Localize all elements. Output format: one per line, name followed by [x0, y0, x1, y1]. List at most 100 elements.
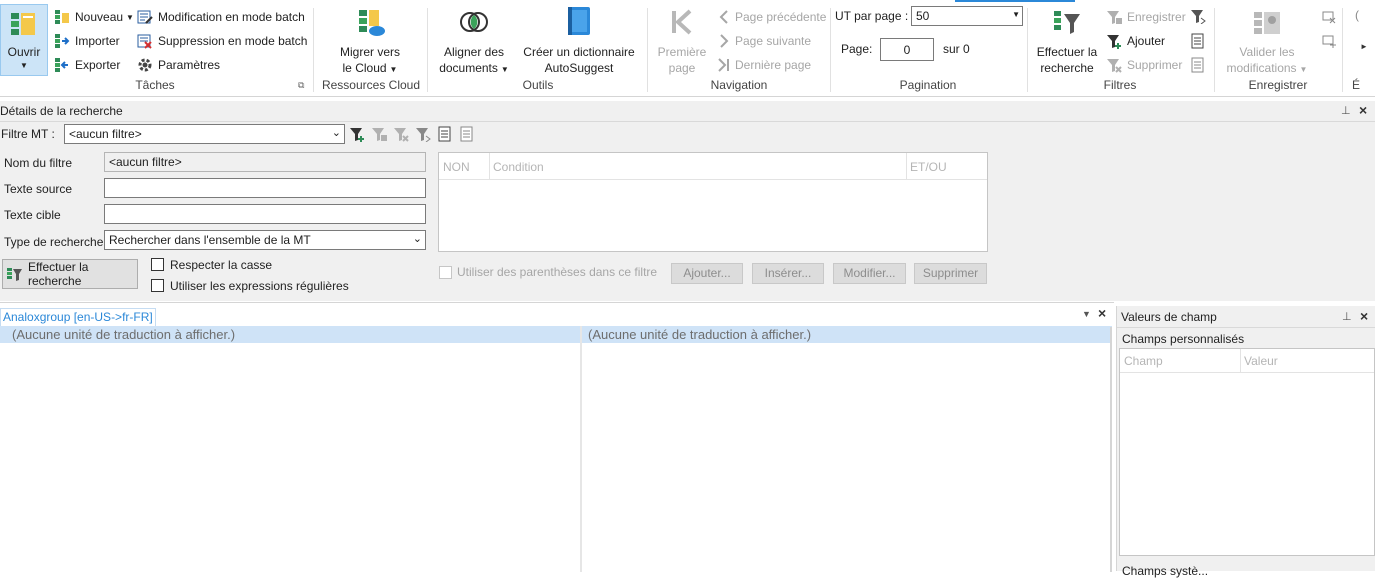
- window-add-icon[interactable]: [1322, 34, 1336, 48]
- source-text-field[interactable]: [104, 178, 426, 198]
- first-page-label-line1: Première: [657, 45, 707, 59]
- custom-fields-label: Champs personnalisés: [1122, 332, 1245, 346]
- separator: [313, 8, 314, 92]
- batch-edit-icon: [137, 9, 153, 25]
- close-icon[interactable]: ×: [1360, 308, 1368, 324]
- search-filter-icon: [1052, 8, 1082, 38]
- parentheses-label: Utiliser des parenthèses dans ce filtre: [457, 265, 658, 279]
- condition-add-button[interactable]: Ajouter...: [671, 263, 743, 284]
- column-splitter[interactable]: [580, 326, 582, 572]
- divider: [906, 153, 907, 180]
- validate-label-line2: modifications ▼: [1226, 61, 1308, 75]
- per-page-value: 50: [916, 9, 930, 23]
- condition-insert-button[interactable]: Insérer...: [752, 263, 824, 284]
- batch-delete-label: Suppression en mode batch: [158, 34, 308, 48]
- migrate-cloud-button[interactable]: Migrer vers le Cloud ▼: [320, 44, 420, 78]
- group-label-taches: Tâches: [135, 78, 175, 92]
- dialog-launcher-icon[interactable]: ⧉: [298, 80, 304, 91]
- custom-fields-grid[interactable]: Champ Valeur: [1119, 348, 1375, 556]
- search-type-select[interactable]: Rechercher dans l'ensemble de la MT ⌄: [104, 230, 426, 250]
- separator: [830, 8, 831, 92]
- col-header-not: NON: [443, 160, 470, 174]
- new-button[interactable]: Nouveau ▼: [54, 7, 134, 27]
- close-icon[interactable]: ×: [1359, 102, 1367, 118]
- divider: [0, 121, 1375, 122]
- filter-save-icon: [1106, 9, 1122, 25]
- group-label-pagination: Pagination: [899, 78, 957, 92]
- parentheses-checkbox[interactable]: [439, 266, 452, 279]
- filter-doc-alt-icon[interactable]: [1190, 57, 1206, 73]
- add-filter-button[interactable]: Ajouter: [1106, 31, 1165, 51]
- filter-delete-icon: [1106, 57, 1122, 73]
- export-label: Exporter: [75, 58, 121, 72]
- run-search-ribbon-button[interactable]: Effectuer la recherche: [1030, 44, 1104, 76]
- export-button[interactable]: Exporter: [54, 55, 120, 75]
- align-documents-button[interactable]: Aligner des documents ▼: [432, 44, 516, 78]
- filter-add-icon[interactable]: [349, 126, 365, 142]
- ribbon-scroll-right-icon[interactable]: ►: [1360, 42, 1368, 51]
- save-filter-button[interactable]: Enregistrer: [1106, 7, 1186, 27]
- import-button[interactable]: Importer: [54, 31, 120, 51]
- last-page-button[interactable]: Dernière page: [716, 55, 811, 75]
- run-search-button[interactable]: Effectuer la recherche: [2, 259, 138, 289]
- col-header-field: Champ: [1124, 354, 1163, 368]
- delete-filter-button[interactable]: Supprimer: [1106, 55, 1182, 75]
- filter-save-icon[interactable]: [371, 126, 387, 142]
- match-case-checkbox[interactable]: [151, 258, 164, 271]
- chevron-left-icon: [716, 9, 730, 25]
- window-delete-icon[interactable]: [1322, 10, 1336, 24]
- dictionary-label-line1: Créer un dictionnaire: [523, 45, 635, 59]
- filter-delete-icon[interactable]: [393, 126, 409, 142]
- search-filter-icon: [7, 266, 23, 282]
- filter-name-label: Nom du filtre: [4, 156, 73, 170]
- close-icon[interactable]: ×: [1098, 305, 1106, 321]
- new-label: Nouveau: [75, 10, 124, 24]
- filter-doc-icon[interactable]: [1190, 33, 1206, 49]
- filter-export-icon[interactable]: [1190, 8, 1206, 25]
- ribbon-accent-bar: [955, 0, 1075, 2]
- group-label-overflow: É: [1351, 78, 1360, 92]
- filter-name-field[interactable]: <aucun filtre>: [104, 152, 426, 172]
- tab-list-dropdown-icon[interactable]: ▼: [1082, 309, 1091, 319]
- conditions-grid[interactable]: NON Condition ET/OU: [438, 152, 988, 252]
- mt-filter-value: <aucun filtre>: [69, 127, 142, 141]
- target-text-field[interactable]: [104, 204, 426, 224]
- overflow-group-paren: (: [1355, 8, 1359, 22]
- filter-import-icon[interactable]: [437, 126, 453, 142]
- col-header-condition: Condition: [493, 160, 544, 174]
- editor-area: Analoxgroup [en-US->fr-FR] ▼ × (Aucune u…: [0, 302, 1114, 572]
- filter-copy-icon[interactable]: [459, 126, 475, 142]
- regex-checkbox[interactable]: [151, 279, 164, 292]
- settings-button[interactable]: Paramètres: [137, 55, 220, 75]
- last-page-label: Dernière page: [735, 58, 812, 72]
- mt-filter-select[interactable]: <aucun filtre> ⌄: [64, 124, 345, 144]
- next-page-button[interactable]: Page suivante: [716, 31, 811, 51]
- per-page-select[interactable]: 50 ▼: [911, 6, 1023, 26]
- separator: [427, 8, 428, 92]
- condition-modify-button[interactable]: Modifier...: [833, 263, 906, 284]
- chevron-down-icon: ⌄: [412, 233, 422, 245]
- panel-splitter[interactable]: [1110, 327, 1112, 572]
- first-page-button[interactable]: Première page: [650, 44, 714, 76]
- cloud-migrate-icon: [356, 8, 386, 38]
- page-total-label: sur 0: [943, 42, 970, 56]
- validate-changes-button[interactable]: Valider les modifications ▼: [1218, 44, 1316, 78]
- create-dictionary-button[interactable]: Créer un dictionnaire AutoSuggest: [518, 44, 640, 76]
- pin-icon[interactable]: ⊥: [1342, 310, 1352, 323]
- batch-delete-button[interactable]: Suppression en mode batch: [137, 31, 307, 51]
- group-label-filtres: Filtres: [1103, 78, 1137, 92]
- filter-export-icon[interactable]: [415, 126, 431, 143]
- filter-add-icon: [1106, 33, 1122, 49]
- page-number-input[interactable]: 0: [880, 38, 934, 61]
- batch-edit-button[interactable]: Modification en mode batch: [137, 7, 305, 27]
- new-caret-icon: ▼: [126, 12, 134, 22]
- dictionary-icon: [566, 6, 592, 36]
- open-caret-icon: ▼: [20, 61, 28, 70]
- col-header-value: Valeur: [1244, 354, 1278, 368]
- condition-delete-button[interactable]: Supprimer: [914, 263, 987, 284]
- previous-page-button[interactable]: Page précédente: [716, 7, 826, 27]
- tm-document-tab[interactable]: Analoxgroup [en-US->fr-FR]: [0, 308, 156, 326]
- search-details-panel: Détails de la recherche ⊥ × Filtre MT : …: [0, 101, 1375, 301]
- group-label-navigation: Navigation: [710, 78, 768, 92]
- pin-icon[interactable]: ⊥: [1341, 104, 1351, 117]
